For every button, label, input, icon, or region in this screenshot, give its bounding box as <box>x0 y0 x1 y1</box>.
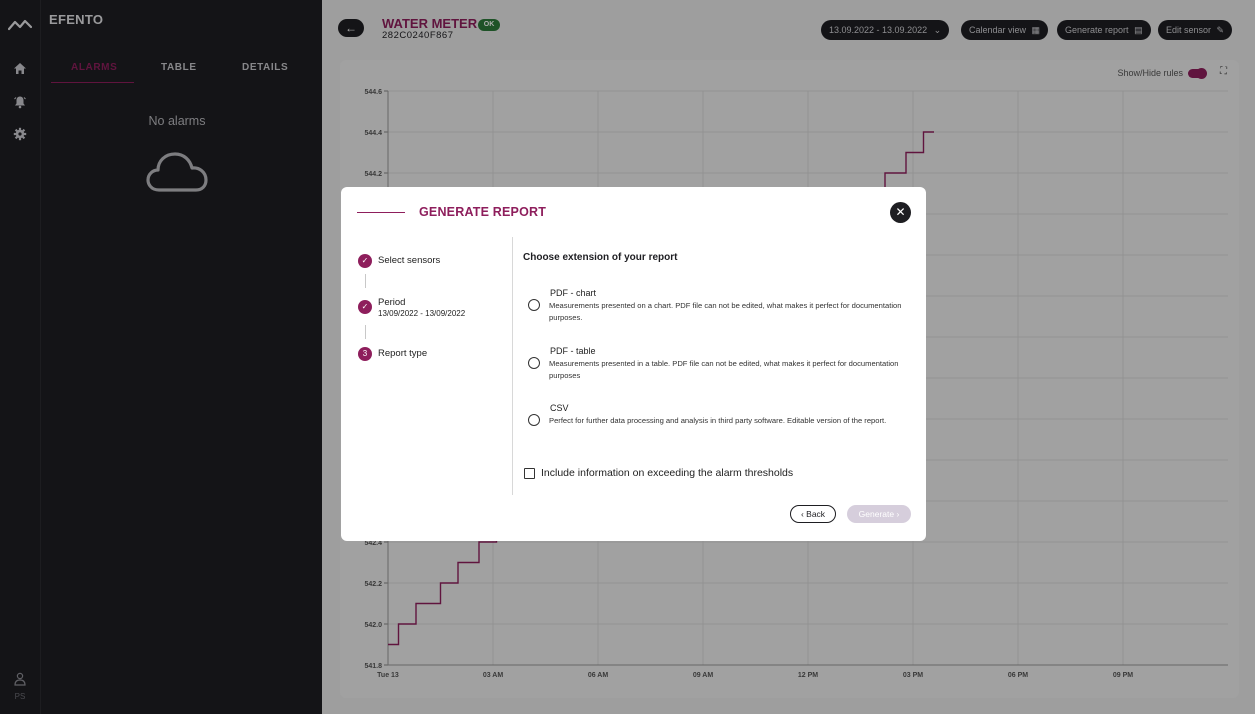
alarm-thresholds-checkbox[interactable] <box>524 468 535 479</box>
generate-report-modal: GENERATE REPORT ✕ ✓ Select sensors ✓ Per… <box>341 187 926 541</box>
check-icon: ✓ <box>358 300 372 314</box>
option-description: Measurements presented in a table. PDF f… <box>549 359 899 380</box>
radio-button[interactable] <box>528 299 540 311</box>
title-accent-line <box>357 212 405 213</box>
radio-button[interactable] <box>528 357 540 369</box>
step-label: Report type <box>378 348 428 359</box>
step-label: Select sensors <box>378 255 441 266</box>
step-connector <box>365 325 366 339</box>
alarm-thresholds-label[interactable]: Include information on exceeding the ala… <box>541 467 793 479</box>
steps-divider <box>512 237 513 495</box>
content-title: Choose extension of your report <box>523 252 678 263</box>
check-icon: ✓ <box>358 254 372 268</box>
step-period-range: 13/09/2022 - 13/09/2022 <box>378 309 466 318</box>
generate-button[interactable]: Generate › <box>847 505 911 523</box>
radio-button[interactable] <box>528 414 540 426</box>
step-number: 3 <box>358 347 372 361</box>
option-description: Measurements presented on a chart. PDF f… <box>549 301 902 322</box>
option-title: PDF - table <box>550 346 596 356</box>
step-connector <box>365 274 366 288</box>
step-label: Period <box>378 297 406 308</box>
modal-title: GENERATE REPORT <box>419 205 547 219</box>
option-title: PDF - chart <box>550 288 597 298</box>
option-title: CSV <box>550 403 569 413</box>
close-icon[interactable]: ✕ <box>890 202 911 223</box>
option-description: Perfect for further data processing and … <box>549 416 887 425</box>
back-button[interactable]: ‹ Back <box>790 505 836 523</box>
